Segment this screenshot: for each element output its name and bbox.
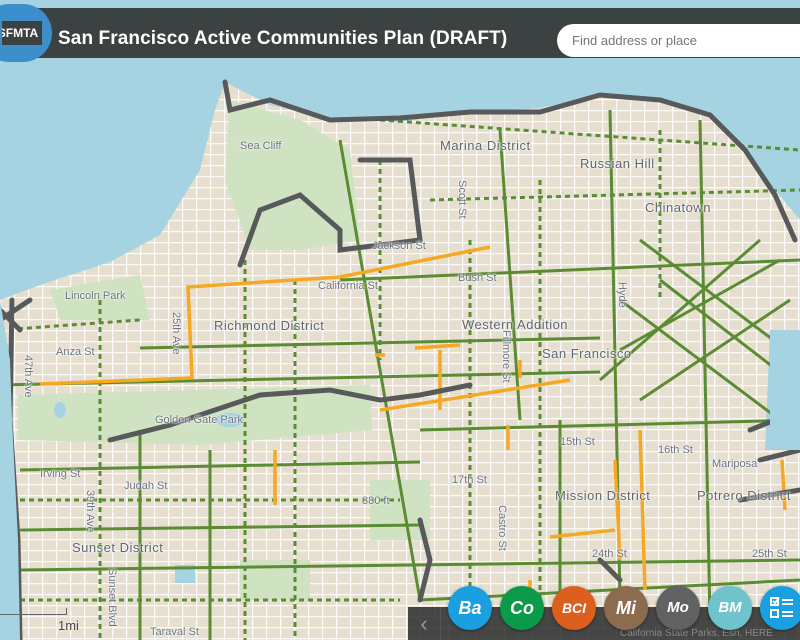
map-view[interactable]: Sea Cliff Marina District Russian Hill C… <box>0 0 800 640</box>
layer-button-ba[interactable]: Ba <box>448 586 492 630</box>
map-label: Chinatown <box>645 200 711 215</box>
layer-button-co[interactable]: Co <box>500 586 544 630</box>
map-label: Richmond District <box>214 318 325 333</box>
map-label: 39th Ave <box>84 490 96 533</box>
map-label: Lincoln Park <box>65 290 126 302</box>
map-label: Mariposa <box>712 458 758 470</box>
map-label: 880 ft <box>362 495 390 507</box>
map-label: Taraval St <box>150 626 199 638</box>
map-label: Jackson St <box>372 240 426 252</box>
map-label: Russian Hill <box>580 156 655 171</box>
map-label: 47th Ave <box>22 355 34 398</box>
map-label: Golden Gate Park <box>155 414 244 426</box>
checklist-icon <box>770 597 793 618</box>
map-label: Potrero District <box>697 488 791 503</box>
map-label: 24th St <box>592 548 627 560</box>
layer-button-mi[interactable]: Mi <box>604 586 648 630</box>
map-label: Fillmore St <box>500 330 512 383</box>
map-label: 25th St <box>752 548 787 560</box>
layer-button-mo[interactable]: Mo <box>656 586 700 630</box>
scale-bar <box>0 608 67 615</box>
map-label: Anza St <box>56 346 95 358</box>
map-label: Sea Cliff <box>240 140 282 152</box>
map-label: California St <box>318 280 378 292</box>
map-label: 15th St <box>560 436 595 448</box>
layer-button-bci[interactable]: BCI <box>552 586 596 630</box>
collapse-toolbar-button[interactable]: ‹ <box>408 607 441 640</box>
map-label: Marina District <box>440 138 531 153</box>
map-label: Judah St <box>124 480 168 492</box>
map-label: San Francisco <box>542 346 632 361</box>
header-bar: San Francisco Active Communities Plan (D… <box>0 8 800 58</box>
bay-water-right <box>770 330 800 450</box>
street-grid <box>0 90 800 640</box>
map-label: 17th St <box>452 474 487 486</box>
map-label: Irving St <box>40 468 81 480</box>
map-label: Bush St <box>458 272 497 284</box>
layer-button-bm[interactable]: BM <box>708 586 752 630</box>
map-label: Hyde <box>616 282 628 308</box>
logo-text: SFMTA <box>2 21 42 45</box>
map-label: Castro St <box>496 505 508 551</box>
map-label: 25th Ave <box>170 312 182 355</box>
map-label: Western Addition <box>462 317 569 332</box>
map-label: 16th St <box>658 444 693 456</box>
legend-button[interactable] <box>760 586 800 630</box>
scale-label: 1mi <box>58 618 79 633</box>
map-label: Scott St <box>456 180 468 219</box>
chevron-left-icon: ‹ <box>420 611 428 636</box>
page-title: San Francisco Active Communities Plan (D… <box>58 28 508 49</box>
map-attribution: California State Parks, Esri, HERE <box>620 628 773 639</box>
search-input[interactable] <box>557 24 800 57</box>
map-label: Sunset District <box>72 540 164 555</box>
map-label: Sunset Blvd <box>106 568 118 627</box>
map-label: Mission District <box>555 488 651 503</box>
